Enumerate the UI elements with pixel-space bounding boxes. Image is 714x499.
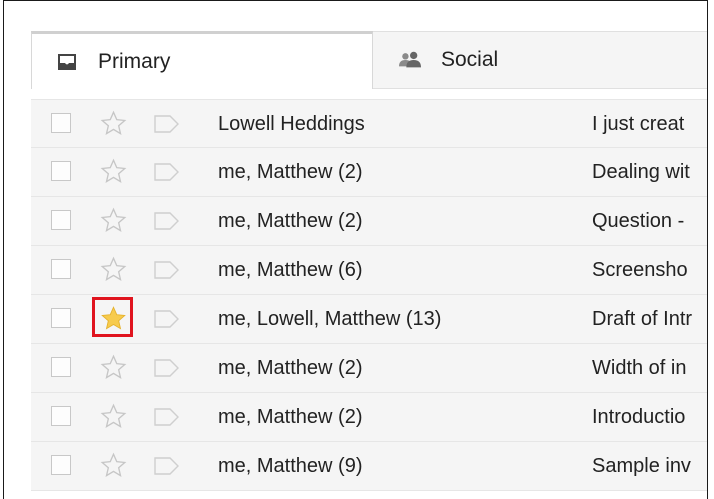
- star-icon[interactable]: [100, 256, 127, 283]
- highlight-box: [92, 297, 133, 337]
- select-checkbox[interactable]: [51, 357, 71, 377]
- tab-primary-label: Primary: [98, 49, 171, 73]
- row-subject: Draft of Intr: [592, 308, 693, 330]
- table-row[interactable]: me, Matthew (9) Sample inv: [31, 442, 707, 491]
- inbox-icon: [58, 53, 76, 70]
- star-icon[interactable]: [100, 452, 127, 479]
- row-sender: me, Matthew (9): [218, 455, 363, 477]
- select-checkbox[interactable]: [51, 308, 71, 328]
- table-row[interactable]: Lowell Heddings I just creat: [31, 99, 707, 148]
- star-icon[interactable]: [100, 110, 127, 137]
- star-icon[interactable]: [100, 207, 127, 234]
- select-checkbox[interactable]: [51, 406, 71, 426]
- people-icon: [399, 51, 421, 68]
- select-checkbox[interactable]: [51, 455, 71, 475]
- table-row[interactable]: me, Lowell, Matthew (13) Draft of Intr: [31, 295, 707, 344]
- importance-marker-icon[interactable]: [153, 309, 181, 329]
- star-icon[interactable]: [100, 354, 127, 381]
- row-subject: Sample inv: [592, 455, 691, 477]
- row-subject: Screensho: [592, 259, 688, 281]
- table-row[interactable]: me, Matthew (2) Introductio: [31, 393, 707, 442]
- row-subject: Question -: [592, 210, 685, 232]
- table-row[interactable]: me, Matthew (2) Dealing wit: [31, 148, 707, 197]
- importance-marker-icon[interactable]: [153, 162, 181, 182]
- row-subject: I just creat: [592, 113, 685, 135]
- importance-marker-icon[interactable]: [153, 358, 181, 378]
- gmail-window: Primary Social Lowell Heddings I just cre…: [3, 0, 708, 499]
- table-row[interactable]: me, Matthew (2) Width of in: [31, 344, 707, 393]
- tab-primary[interactable]: Primary: [31, 31, 373, 89]
- row-subject: Dealing wit: [592, 161, 690, 183]
- row-sender: me, Matthew (2): [218, 357, 363, 379]
- select-checkbox[interactable]: [51, 161, 71, 181]
- importance-marker-icon[interactable]: [153, 407, 181, 427]
- importance-marker-icon[interactable]: [153, 114, 181, 134]
- message-list: Lowell Heddings I just creat me, Matthew (…: [31, 99, 707, 491]
- importance-marker-icon[interactable]: [153, 456, 181, 476]
- row-subject: Introductio: [592, 406, 686, 428]
- importance-marker-icon[interactable]: [153, 260, 181, 280]
- importance-marker-icon[interactable]: [153, 211, 181, 231]
- star-icon[interactable]: [100, 158, 127, 185]
- inbox-tabs: Primary Social: [31, 31, 707, 89]
- tab-social[interactable]: Social: [373, 31, 707, 89]
- select-checkbox[interactable]: [51, 210, 71, 230]
- row-sender: me, Matthew (2): [218, 161, 363, 183]
- select-checkbox[interactable]: [51, 259, 71, 279]
- row-sender: Lowell Heddings: [218, 113, 365, 135]
- row-sender: me, Lowell, Matthew (13): [218, 308, 442, 330]
- row-sender: me, Matthew (6): [218, 259, 363, 281]
- row-subject: Width of in: [592, 357, 687, 379]
- row-sender: me, Matthew (2): [218, 406, 363, 428]
- row-sender: me, Matthew (2): [218, 210, 363, 232]
- tab-social-label: Social: [441, 48, 499, 71]
- table-row[interactable]: me, Matthew (2) Question -: [31, 197, 707, 246]
- table-row[interactable]: me, Matthew (6) Screensho: [31, 246, 707, 295]
- select-checkbox[interactable]: [51, 113, 71, 133]
- star-icon[interactable]: [100, 403, 127, 430]
